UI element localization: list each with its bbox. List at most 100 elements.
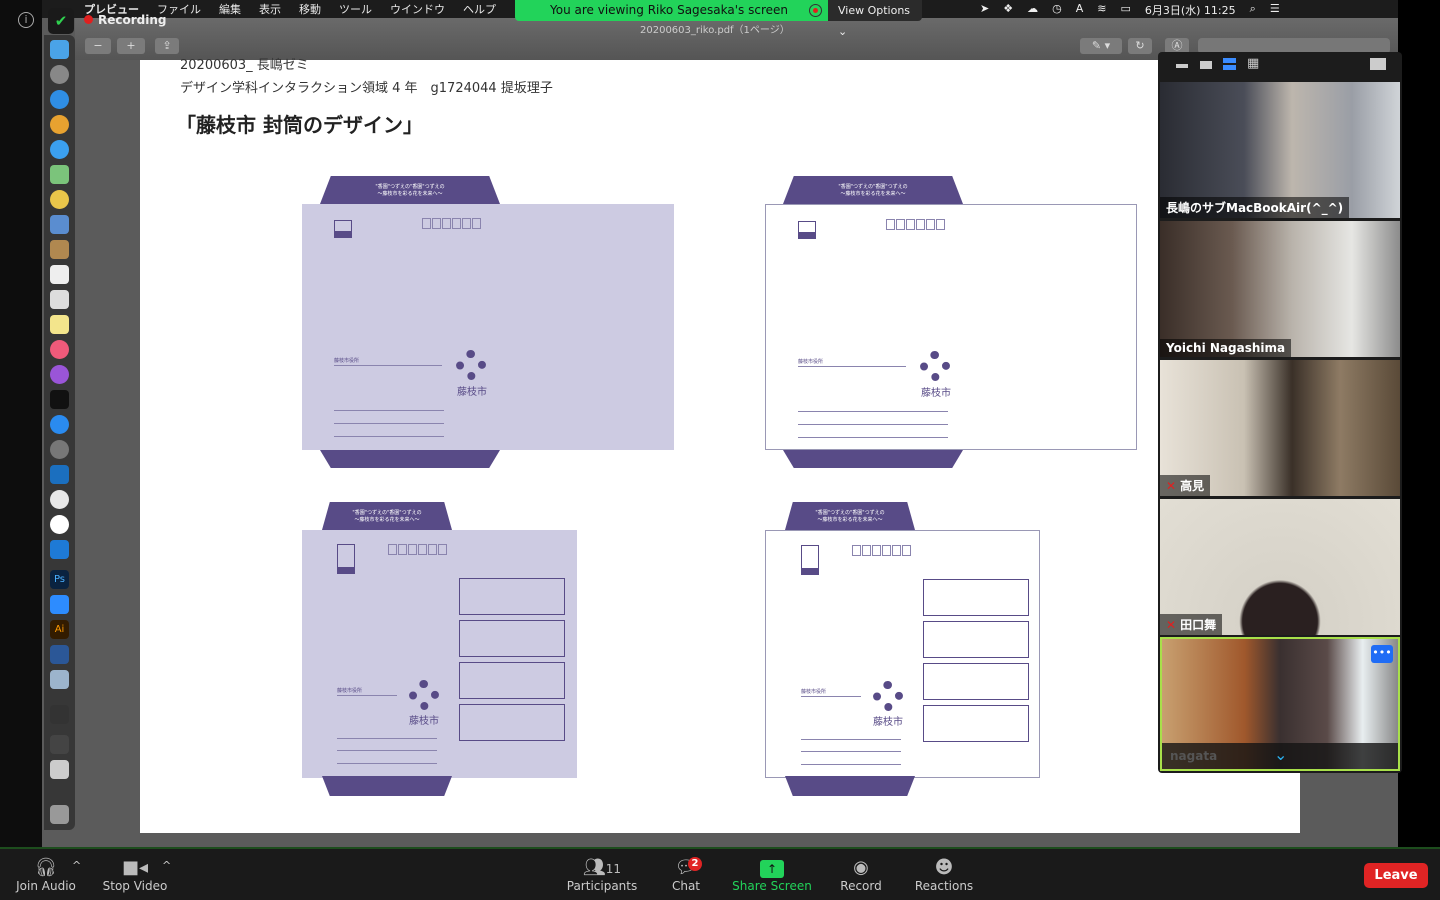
music-icon[interactable] [50, 340, 69, 359]
zoom-icon[interactable] [50, 595, 69, 614]
share-icon[interactable]: ⇪ [155, 38, 179, 54]
chrome-icon[interactable] [50, 115, 69, 134]
tv-icon[interactable] [50, 390, 69, 409]
notes-icon[interactable] [50, 315, 69, 334]
contacts-icon[interactable] [50, 240, 69, 259]
envelope-bottom-flap [322, 776, 452, 796]
word-icon[interactable] [50, 645, 69, 664]
menu-tools[interactable]: ツール [339, 1, 372, 17]
stop-icon[interactable] [809, 4, 822, 17]
podcasts-icon[interactable] [50, 365, 69, 384]
active-speaker-icon[interactable] [1200, 61, 1212, 69]
folder-icon[interactable] [50, 705, 69, 724]
launchpad-icon[interactable] [50, 65, 69, 84]
video-tile[interactable]: ✕ 田口舞 [1160, 499, 1400, 635]
logo-text: 藤枝市 [409, 716, 439, 727]
menu-view[interactable]: 表示 [259, 1, 281, 17]
reminders-icon[interactable] [50, 290, 69, 309]
participant-name-row: ✕ 田口舞 [1160, 614, 1223, 635]
photos-icon[interactable] [50, 190, 69, 209]
form-line [334, 423, 444, 424]
video-tile[interactable]: ✕ 高見 [1160, 360, 1400, 496]
slack-icon[interactable] [50, 490, 69, 509]
wifi-icon[interactable]: ≋ [1097, 2, 1106, 18]
audio-options-caret[interactable]: ^ [72, 859, 81, 872]
messages-icon[interactable] [50, 140, 69, 159]
envelope-body: 藤枝市役所 藤枝市 [765, 530, 1040, 778]
video-tile[interactable]: 長嶋のサブMacBookAir(^_^) [1160, 82, 1400, 218]
more-options-button[interactable]: ••• [1371, 645, 1393, 663]
markup-button[interactable]: ✎ ▾ [1080, 38, 1122, 54]
doc-title: 「藤枝市 封筒のデザイン」 [176, 113, 423, 137]
view-options-button[interactable]: View Options ⌄ [828, 0, 922, 38]
rotate-button[interactable]: ↻ [1128, 38, 1152, 54]
participant-name: nagata [1170, 749, 1218, 763]
calendar-icon[interactable] [50, 265, 69, 284]
folder-icon[interactable] [50, 735, 69, 754]
record-label: Record [840, 879, 882, 893]
cloud-icon[interactable]: ☁ [1027, 2, 1038, 18]
shield-icon: ✔ [48, 8, 74, 34]
photoshop-icon[interactable]: Ps [50, 570, 69, 589]
document-icon[interactable] [50, 760, 69, 779]
trello-icon[interactable] [50, 465, 69, 484]
minimize-icon[interactable] [1176, 64, 1188, 68]
system-preferences-icon[interactable] [50, 440, 69, 459]
maps-icon[interactable] [50, 165, 69, 184]
address-box [923, 705, 1029, 742]
participant-name: 長嶋のサブMacBookAir(^_^) [1160, 197, 1350, 218]
time-machine-icon[interactable]: ◷ [1052, 2, 1062, 18]
envelope-top-flap: "香園"つずえの"香園"つずえの 〜藤枝市を彩る花を未来へ〜 [783, 176, 963, 204]
participant-name: Yoichi Nagashima [1160, 339, 1292, 357]
stop-video-button[interactable]: ■◂ Stop Video [100, 857, 170, 893]
strip-view-icon[interactable] [1223, 58, 1236, 70]
address-box [923, 579, 1029, 616]
battery-icon[interactable]: ▭ [1120, 2, 1130, 18]
gallery-view-icon[interactable]: ▦ [1247, 57, 1259, 70]
doc-header-line1: 20200603_ 長嶋ゼミ [180, 58, 309, 73]
flap-text: "香園"つずえの"香園"つずえの 〜藤枝市を彩る花を未来へ〜 [838, 184, 908, 197]
safari-icon[interactable] [50, 90, 69, 109]
datetime[interactable]: 6月3日(水) 11:25 [1145, 2, 1236, 18]
address-box [923, 621, 1029, 658]
chevron-down-icon[interactable]: ⌄ [1274, 745, 1287, 764]
vscode-icon[interactable] [50, 540, 69, 559]
preview-icon[interactable] [50, 215, 69, 234]
join-audio-button[interactable]: 🎧︎ Join Audio [14, 857, 78, 893]
video-tile-active[interactable]: ••• nagata ⌄ [1160, 637, 1400, 771]
finder-icon[interactable] [50, 40, 69, 59]
menu-window[interactable]: ウインドウ [390, 1, 445, 17]
stop-video-label: Stop Video [102, 879, 168, 893]
exit-fullscreen-icon[interactable] [1370, 58, 1386, 70]
video-tile[interactable]: Yoichi Nagashima [1160, 221, 1400, 357]
notification-icon[interactable]: ☰ [1270, 2, 1280, 18]
spotlight-icon[interactable]: ⌕ [1250, 2, 1256, 18]
app-icon[interactable] [50, 515, 69, 534]
menu-help[interactable]: ヘルプ [463, 1, 496, 17]
trash-icon[interactable] [50, 805, 69, 824]
participant-name: 高見 [1180, 479, 1205, 493]
name-bar: nagata ⌄ [1162, 743, 1398, 769]
image-capture-icon[interactable] [50, 670, 69, 689]
illustrator-icon[interactable]: Ai [50, 620, 69, 639]
share-screen-button[interactable]: ↑ Share Screen [730, 857, 814, 893]
menu-go[interactable]: 移動 [299, 1, 321, 17]
participants-button[interactable]: 👥︎11 Participants [565, 857, 639, 893]
video-options-caret[interactable]: ^ [162, 859, 171, 872]
zoom-out-button[interactable]: − [85, 38, 111, 54]
leave-button[interactable]: Leave [1364, 863, 1428, 888]
app-store-icon[interactable] [50, 415, 69, 434]
flap-text: "香園"つずえの"香園"つずえの 〜藤枝市を彩る花を未来へ〜 [352, 510, 422, 523]
input-icon[interactable]: A [1076, 2, 1084, 18]
participants-icon: 👥︎11 [582, 857, 622, 878]
chat-button[interactable]: 💬︎ Chat 2 [666, 857, 706, 893]
menu-edit[interactable]: 編集 [219, 1, 241, 17]
dropbox-icon[interactable]: ❖ [1003, 2, 1013, 18]
info-icon[interactable]: i [18, 12, 34, 28]
share-screen-icon: ↑ [730, 857, 814, 879]
logo-text: 藤枝市 [457, 387, 487, 398]
zoom-in-button[interactable]: + [117, 38, 145, 54]
record-button[interactable]: ◉ Record [836, 857, 886, 893]
envelope-body: 藤枝市役所 藤枝市 [765, 204, 1137, 450]
reactions-button[interactable]: ☻ Reactions [912, 857, 976, 893]
